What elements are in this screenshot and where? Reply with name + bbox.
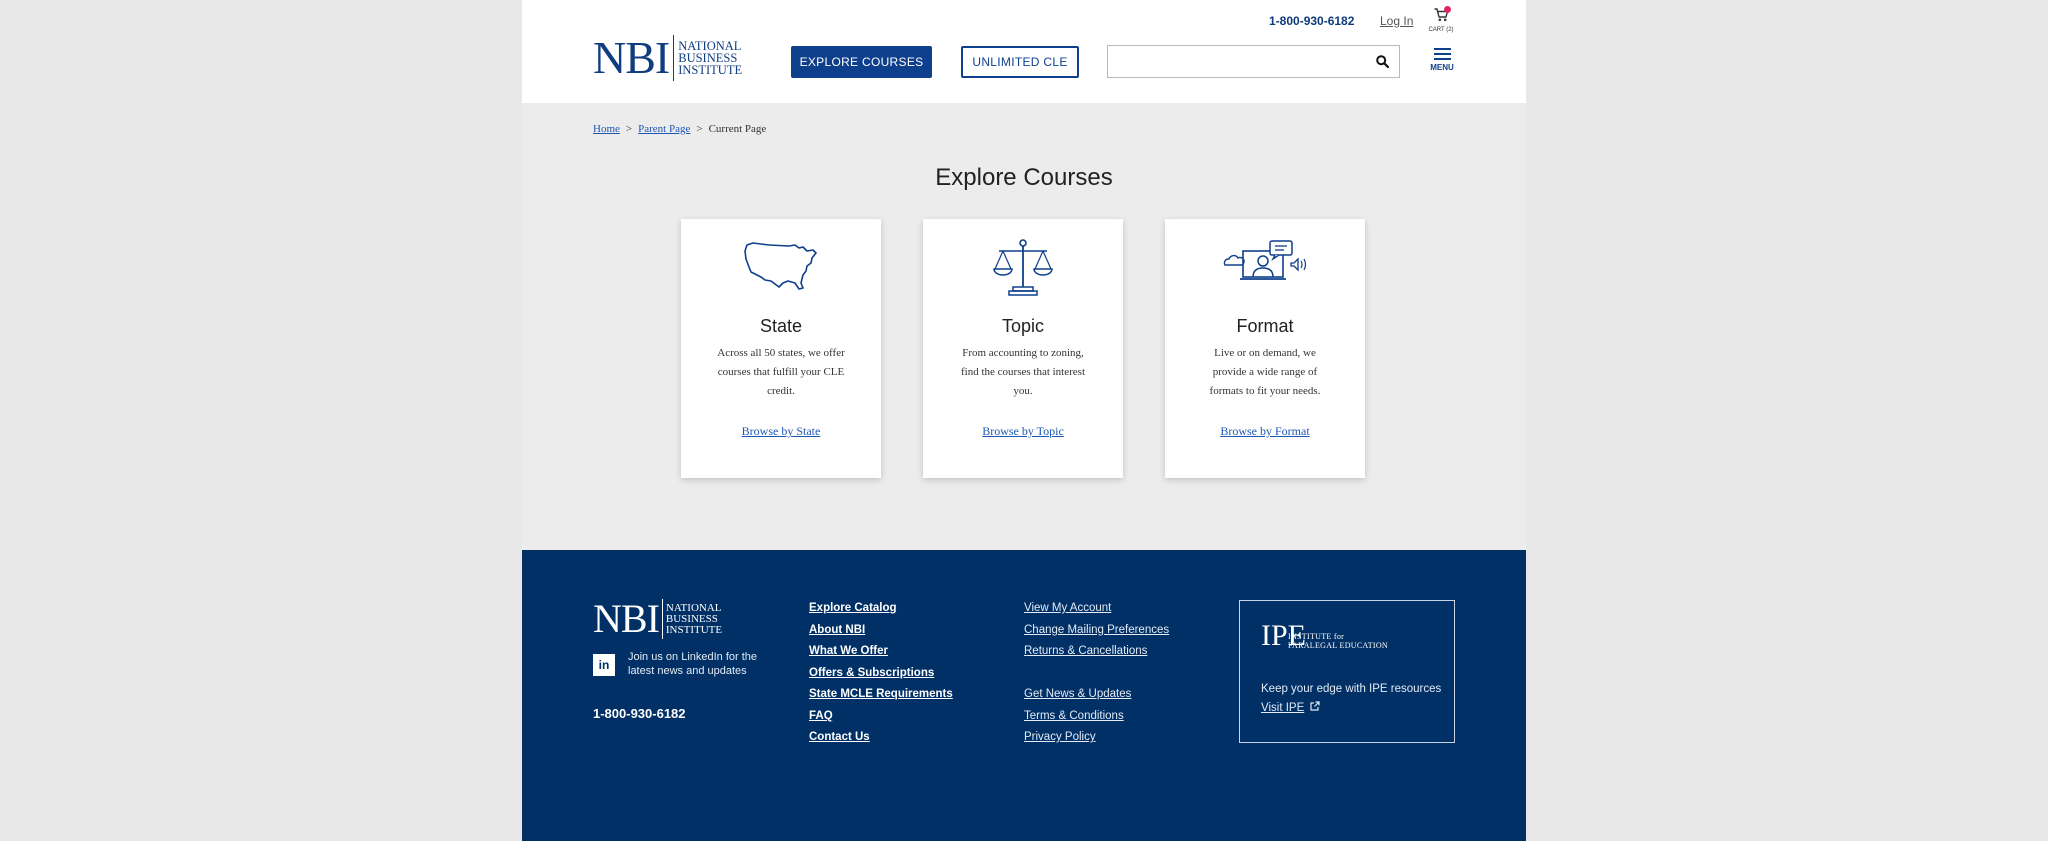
footer-logo-divider (661, 599, 663, 639)
browse-by-state-link[interactable]: Browse by State (681, 424, 881, 439)
scales-of-justice-icon (923, 239, 1123, 299)
card-description: Live or on demand, we provide a wide ran… (1209, 347, 1321, 397)
footer-logo-words: NATIONAL BUSINESS INSTITUTE (665, 601, 723, 636)
footer-phone[interactable]: 1-800-930-6182 (593, 706, 686, 721)
linkedin-icon[interactable]: in (593, 654, 615, 676)
page-title: Explore Courses (935, 164, 1113, 191)
ipe-logo-words: INSTITUTE for PARALEGAL EDUCATION (1288, 632, 1388, 650)
breadcrumb-home[interactable]: Home (593, 123, 620, 135)
logo-letters: NBI (593, 32, 670, 83)
unlimited-cle-button[interactable]: UNLIMITED CLE (961, 46, 1079, 78)
browse-by-format-link[interactable]: Browse by Format (1165, 424, 1365, 439)
cart-label: CART (2) (1428, 27, 1454, 33)
footer-link-news[interactable]: Get News & Updates (1024, 684, 1169, 706)
footer-link-mcle[interactable]: State MCLE Requirements (809, 684, 953, 706)
footer-link-explore-catalog[interactable]: Explore Catalog (809, 598, 953, 620)
ipe-text: Keep your edge with IPE resources (1261, 683, 1442, 695)
page: 1-800-930-6182 Log In CART (2) NBI NATIO… (522, 0, 1526, 841)
footer-link-returns[interactable]: Returns & Cancellations (1024, 641, 1169, 663)
card-description: From accounting to zoning, find the cour… (960, 347, 1086, 397)
card-description: Across all 50 states, we offer courses t… (717, 347, 845, 397)
logo-words: NATIONAL BUSINESS INSTITUTE (678, 39, 743, 77)
explore-courses-button[interactable]: EXPLORE COURSES (791, 46, 932, 78)
card-state: State Across all 50 states, we offer cou… (681, 219, 881, 478)
visit-ipe-link[interactable]: Visit IPE (1261, 701, 1320, 714)
footer-link-gap (1024, 663, 1169, 685)
breadcrumb-separator: > (696, 123, 703, 135)
cart-badge (1444, 6, 1451, 13)
header-phone[interactable]: 1-800-930-6182 (1269, 14, 1354, 28)
footer-link-privacy[interactable]: Privacy Policy (1024, 727, 1169, 749)
breadcrumb-parent[interactable]: Parent Page (638, 123, 690, 135)
footer-link-terms[interactable]: Terms & Conditions (1024, 706, 1169, 728)
menu-button[interactable]: MENU (1427, 48, 1457, 76)
browse-by-topic-link[interactable]: Browse by Topic (923, 424, 1123, 439)
card-title: State (759, 316, 803, 336)
site-footer: NBI NATIONAL BUSINESS INSTITUTE in Join … (522, 550, 1526, 841)
footer-logo-letters: NBI (593, 596, 660, 641)
visit-ipe-label: Visit IPE (1261, 701, 1305, 714)
footer-account-links: View My Account Change Mailing Preferenc… (1024, 598, 1169, 749)
nbi-logo[interactable]: NBI NATIONAL BUSINESS INSTITUTE (593, 34, 742, 82)
external-link-icon (1310, 701, 1320, 714)
footer-primary-links: Explore Catalog About NBI What We Offer … (809, 598, 953, 749)
cart-button[interactable]: CART (2) (1426, 6, 1456, 36)
footer-link-mailing-prefs[interactable]: Change Mailing Preferences (1024, 620, 1169, 642)
online-learning-icon (1165, 239, 1365, 299)
ipe-promo: IPE INSTITUTE for PARALEGAL EDUCATION Ke… (1239, 600, 1455, 743)
footer-link-my-account[interactable]: View My Account (1024, 598, 1169, 620)
linkedin-text: Join us on LinkedIn for the latest news … (628, 651, 758, 677)
search-icon[interactable] (1376, 55, 1390, 73)
breadcrumb-current: Current Page (708, 123, 767, 135)
ipe-logo: IPE INSTITUTE for PARALEGAL EDUCATION (1261, 621, 1388, 651)
card-title: Topic (1001, 316, 1045, 336)
menu-label: MENU (1430, 63, 1454, 72)
footer-nbi-logo[interactable]: NBI NATIONAL BUSINESS INSTITUTE (593, 598, 722, 640)
footer-link-offers[interactable]: Offers & Subscriptions (809, 663, 953, 685)
card-title: Format (1236, 316, 1294, 336)
hamburger-icon (1427, 48, 1457, 60)
card-topic: Topic From accounting to zoning, find th… (923, 219, 1123, 478)
search-input[interactable] (1108, 46, 1358, 77)
footer-link-contact[interactable]: Contact Us (809, 727, 953, 749)
usa-map-icon (681, 239, 881, 299)
breadcrumb-separator: > (625, 123, 633, 135)
logo-divider (673, 35, 675, 81)
card-format: Format Live or on demand, we provide a w… (1165, 219, 1365, 478)
breadcrumb: Home > Parent Page > Current Page (593, 123, 766, 135)
footer-link-faq[interactable]: FAQ (809, 706, 953, 728)
footer-link-about-nbi[interactable]: About NBI (809, 620, 953, 642)
site-header: 1-800-930-6182 Log In CART (2) NBI NATIO… (522, 0, 1526, 103)
footer-link-what-we-offer[interactable]: What We Offer (809, 641, 953, 663)
search-box (1107, 45, 1400, 78)
login-link[interactable]: Log In (1380, 14, 1413, 28)
